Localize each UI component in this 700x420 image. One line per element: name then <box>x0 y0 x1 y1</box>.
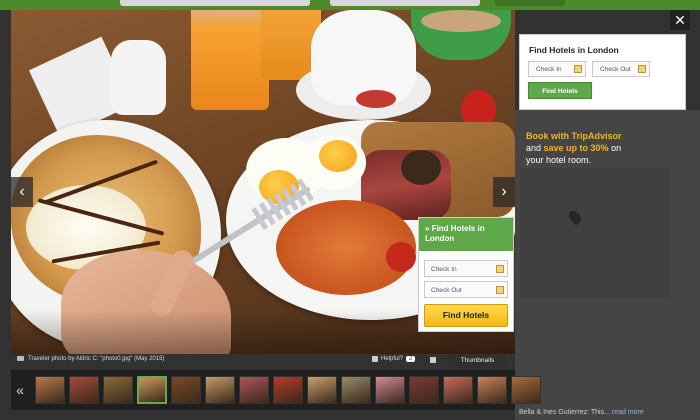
close-lightbox-button[interactable]: ✕ <box>670 10 690 30</box>
photo-tomato <box>386 242 416 272</box>
double-chevron-icon: » <box>425 224 430 233</box>
filmstrip-thumbnail[interactable] <box>273 376 303 404</box>
photo-mushroom <box>401 150 441 185</box>
filmstrip-thumbnails <box>35 376 541 404</box>
camera-icon <box>17 356 24 361</box>
chevron-left-icon: ‹ <box>19 183 25 200</box>
filmstrip-thumbnail[interactable] <box>205 376 235 404</box>
filmstrip-thumbnail[interactable] <box>375 376 405 404</box>
helpful-count: 2 <box>406 356 416 362</box>
inline-find-hotels-header: » Find Hotels in London <box>419 218 513 251</box>
calendar-icon[interactable] <box>496 286 504 294</box>
filmstrip-prev-button[interactable]: « <box>13 370 27 410</box>
calendar-icon[interactable] <box>496 265 504 273</box>
tripadvisor-promo: Book with TripAdvisor and save up to 30%… <box>526 130 676 166</box>
filmstrip-thumbnail[interactable] <box>307 376 337 404</box>
promo-savings: save up to 30% <box>543 143 609 153</box>
read-more-link[interactable]: read more <box>612 409 644 416</box>
filmstrip-thumbnail[interactable] <box>477 376 507 404</box>
check-in-field[interactable]: Check In <box>528 61 586 77</box>
calendar-icon[interactable] <box>574 65 582 73</box>
filmstrip-thumbnail[interactable] <box>239 376 269 404</box>
filmstrip-thumbnail[interactable] <box>511 376 541 404</box>
inline-check-in-placeholder: Check In <box>431 266 457 273</box>
keyword-search-field <box>330 0 480 6</box>
site-header-bar <box>0 0 700 10</box>
promo-highlight: Book with TripAdvisor <box>526 131 622 141</box>
filmstrip-thumbnail[interactable] <box>171 376 201 404</box>
flag-icon[interactable] <box>430 357 436 363</box>
check-in-placeholder: Check In <box>536 66 562 73</box>
photo-teapot-pattern <box>356 90 396 108</box>
inline-check-out-placeholder: Check Out <box>431 287 462 294</box>
promo-text: and <box>526 143 544 153</box>
filmstrip-thumbnail[interactable] <box>69 376 99 404</box>
photo-coffee <box>421 10 501 32</box>
check-out-field[interactable]: Check Out <box>592 61 650 77</box>
next-photo-button[interactable]: › <box>493 177 515 207</box>
photo-credit-text: Traveler photo by Aldric C: "photo0.jpg"… <box>28 356 165 363</box>
inline-find-hotels-button[interactable]: Find Hotels <box>424 304 508 327</box>
double-chevron-left-icon: « <box>16 382 24 398</box>
review-snippet-text: Bella & Ines Gutierrez: This... <box>519 409 612 416</box>
promo-text: on <box>608 143 622 153</box>
close-icon: ✕ <box>674 12 686 28</box>
check-out-placeholder: Check Out <box>600 66 631 73</box>
photo-egg-yolk <box>319 140 357 172</box>
inline-check-in-field[interactable]: Check In <box>424 260 508 277</box>
find-hotels-panel: Find Hotels in London Check In Check Out… <box>519 34 686 110</box>
header-search-button <box>495 0 565 6</box>
filmstrip-thumbnail[interactable] <box>103 376 133 404</box>
location-search-field <box>120 0 310 6</box>
inline-find-hotels-panel: » Find Hotels in London Check In Check O… <box>418 217 514 332</box>
find-hotels-button[interactable]: Find Hotels <box>528 82 592 99</box>
photo-milk-jug <box>111 40 166 115</box>
calendar-icon[interactable] <box>638 65 646 73</box>
helpful-vote[interactable]: Helpful? 2 <box>372 356 416 362</box>
filmstrip-thumbnail[interactable] <box>35 376 65 404</box>
photo-credit: Traveler photo by Aldric C: "photo0.jpg"… <box>17 356 164 362</box>
promo-text: your hotel room. <box>526 155 592 165</box>
filmstrip-thumbnail[interactable] <box>409 376 439 404</box>
filmstrip-thumbnail[interactable] <box>443 376 473 404</box>
helpful-label: Helpful? <box>381 356 404 362</box>
review-snippet: Bella & Ines Gutierrez: This... read mor… <box>519 409 644 416</box>
inline-check-out-field[interactable]: Check Out <box>424 281 508 298</box>
previous-photo-button[interactable]: ‹ <box>11 177 33 207</box>
chevron-right-icon: › <box>501 183 507 200</box>
thumbnails-tab[interactable]: Thumbnails <box>449 354 506 368</box>
thumbs-up-icon[interactable] <box>372 356 378 362</box>
filmstrip-thumbnail[interactable] <box>341 376 371 404</box>
find-hotels-title: Find Hotels in London <box>529 45 619 55</box>
filmstrip-thumbnail[interactable] <box>137 376 167 404</box>
inline-find-hotels-title: Find Hotels in London <box>425 224 485 243</box>
photo-juice-glass <box>191 10 269 110</box>
